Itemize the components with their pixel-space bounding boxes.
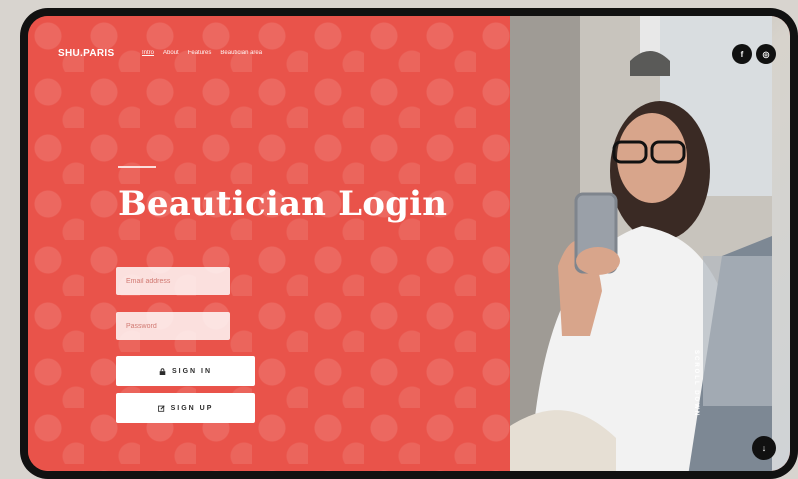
social-links: f ◎ [732, 44, 776, 64]
woman-with-phone-illustration [510, 16, 772, 471]
title-accent-line [118, 166, 156, 168]
hero-photo: f ◎ SCROLL DOWN ↓ [510, 16, 790, 471]
sign-in-button[interactable]: SIGN IN [116, 356, 255, 386]
left-panel: SHU.PARIS Intro About Features Beauticia… [28, 16, 510, 471]
page-title: Beautician Login [118, 184, 448, 224]
instagram-icon[interactable]: ◎ [756, 44, 776, 64]
sign-in-label: SIGN IN [171, 367, 213, 375]
top-nav: Intro About Features Beautician area [142, 50, 262, 56]
email-field[interactable] [116, 267, 230, 295]
sign-up-button[interactable]: SIGN UP [116, 393, 255, 423]
site-logo[interactable]: SHU.PARIS [58, 48, 114, 59]
lock-icon [159, 367, 166, 375]
device-frame: SHU.PARIS Intro About Features Beauticia… [20, 8, 798, 479]
nav-item-intro[interactable]: Intro [142, 50, 154, 56]
sign-up-label: SIGN UP [170, 404, 214, 412]
screen: SHU.PARIS Intro About Features Beauticia… [28, 16, 790, 471]
password-field[interactable] [116, 312, 230, 340]
nav-item-beautician-area[interactable]: Beautician area [220, 50, 262, 56]
scroll-down-label: SCROLL DOWN [692, 350, 699, 418]
arrow-down-icon[interactable]: ↓ [752, 436, 776, 460]
edit-icon [157, 404, 165, 412]
facebook-icon[interactable]: f [732, 44, 752, 64]
nav-item-features[interactable]: Features [188, 50, 212, 56]
nav-item-about[interactable]: About [163, 50, 179, 56]
